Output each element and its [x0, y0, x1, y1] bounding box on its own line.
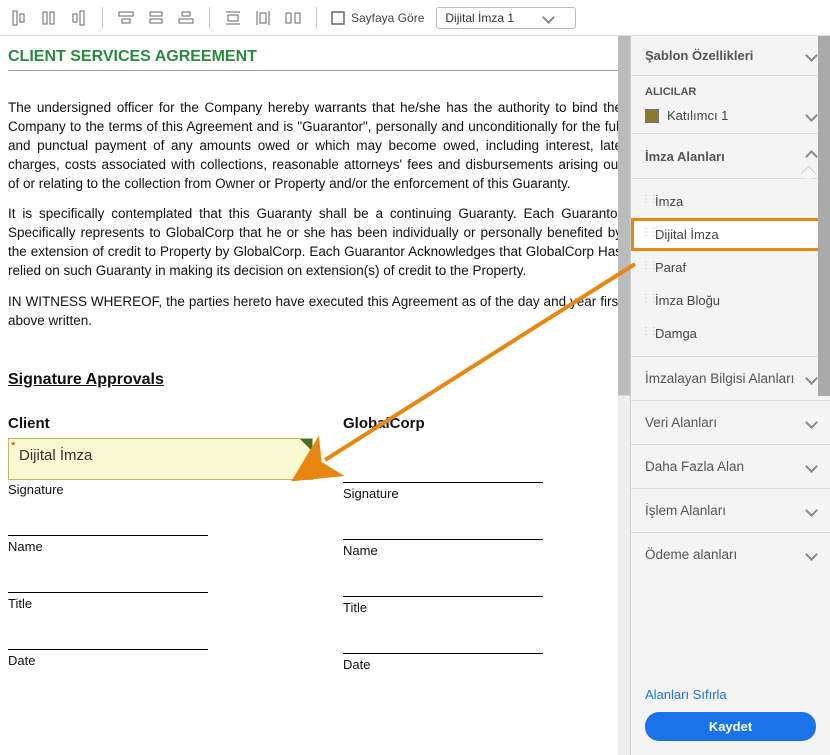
label-name: Name: [8, 539, 313, 554]
label-name: Name: [343, 543, 622, 558]
chevron-down-icon: [807, 371, 816, 386]
reset-fields-link[interactable]: Alanları Sıfırla: [645, 687, 727, 702]
label-date: Date: [343, 657, 622, 672]
template-properties-header[interactable]: Şablon Özellikleri: [631, 36, 830, 76]
more-fields-label: Daha Fazla Alan: [645, 459, 744, 474]
chevron-down-icon: [544, 11, 553, 25]
doc-paragraph: It is specifically contemplated that thi…: [8, 205, 622, 281]
signature-heading: Signature Approvals: [8, 371, 622, 389]
align-icon-1[interactable]: [10, 9, 28, 27]
label-signature: Signature: [8, 482, 313, 497]
signature-fields-header[interactable]: İmza Alanları: [631, 133, 830, 178]
panel-scrollbar[interactable]: [818, 36, 830, 396]
trans-fields-label: İşlem Alanları: [645, 503, 726, 518]
field-list: İmza Dijital İmza Paraf İmza Bloğu Damga: [631, 178, 830, 356]
label-signature: Signature: [343, 486, 622, 501]
save-button[interactable]: Kaydet: [645, 712, 816, 741]
more-fields-header[interactable]: Daha Fazla Alan: [631, 444, 830, 488]
align-icon-6[interactable]: [177, 9, 195, 27]
transaction-fields-header[interactable]: İşlem Alanları: [631, 488, 830, 532]
sigfield-label: Dijital İmza: [19, 447, 92, 464]
doc-scrollbar[interactable]: [618, 36, 630, 755]
toolbar-separator: [209, 7, 210, 29]
field-damga[interactable]: Damga: [631, 317, 830, 350]
required-marker: *: [9, 439, 17, 453]
label-title: Title: [8, 596, 313, 611]
chevron-down-icon: [807, 503, 816, 518]
field-corner-icon: [300, 439, 312, 451]
signer-info-label: İmzalayan Bilgisi Alanları: [645, 371, 794, 386]
client-column: Client * Dijital İmza Signature Name Tit…: [8, 415, 313, 674]
line: [343, 596, 543, 597]
dist-icon-1[interactable]: [224, 9, 242, 27]
field-imza-blogu[interactable]: İmza Bloğu: [631, 284, 830, 317]
line: [8, 535, 208, 536]
recipient-color-swatch: [645, 109, 659, 123]
right-panel: Şablon Özellikleri ALICILAR Katılımcı 1 …: [630, 36, 830, 755]
recipient-name: Katılımcı 1: [667, 108, 807, 123]
chevron-down-icon: [807, 48, 816, 63]
field-dijital-imza[interactable]: Dijital İmza: [631, 218, 830, 251]
pay-fields-label: Ödeme alanları: [645, 547, 737, 562]
data-fields-header[interactable]: Veri Alanları: [631, 400, 830, 444]
sig-fields-label: İmza Alanları: [645, 149, 725, 164]
page-mode-label: Sayfaya Göre: [351, 11, 424, 25]
line: [8, 649, 208, 650]
field-imza[interactable]: İmza: [631, 185, 830, 218]
recipient-row[interactable]: Katılımcı 1: [631, 102, 830, 133]
field-paraf[interactable]: Paraf: [631, 251, 830, 284]
toolbar-separator: [316, 7, 317, 29]
line: [343, 539, 543, 540]
globalcorp-column: GlobalCorp Signature Name Title Date: [343, 415, 622, 674]
line: [8, 592, 208, 593]
doc-title: CLIENT SERVICES AGREEMENT: [8, 48, 622, 71]
toolbar: Sayfaya Göre Dijital İmza 1: [0, 0, 830, 36]
toolbar-separator: [102, 7, 103, 29]
template-props-label: Şablon Özellikleri: [645, 48, 753, 63]
line: [343, 653, 543, 654]
chevron-up-icon: [807, 148, 816, 164]
combo-value: Dijital İmza 1: [445, 11, 514, 25]
client-head: Client: [8, 415, 313, 432]
payment-fields-header[interactable]: Ödeme alanları: [631, 532, 830, 576]
align-icon-4[interactable]: [117, 9, 135, 27]
chevron-down-icon: [807, 108, 816, 123]
data-fields-label: Veri Alanları: [645, 415, 717, 430]
doc-paragraph: IN WITNESS WHEREOF, the parties hereto h…: [8, 293, 622, 331]
align-icon-5[interactable]: [147, 9, 165, 27]
page-mode-toggle[interactable]: Sayfaya Göre: [331, 11, 424, 25]
chevron-down-icon: [807, 459, 816, 474]
dist-icon-3[interactable]: [284, 9, 302, 27]
recipients-label: ALICILAR: [631, 76, 830, 102]
chevron-down-icon: [807, 415, 816, 430]
global-head: GlobalCorp: [343, 415, 622, 432]
chevron-down-icon: [807, 547, 816, 562]
dist-icon-2[interactable]: [254, 9, 272, 27]
label-date: Date: [8, 653, 313, 668]
align-icon-2[interactable]: [40, 9, 58, 27]
digital-signature-field[interactable]: * Dijital İmza: [8, 438, 313, 480]
field-selector-combo[interactable]: Dijital İmza 1: [436, 7, 576, 29]
signer-info-header[interactable]: İmzalayan Bilgisi Alanları: [631, 356, 830, 400]
align-icon-3[interactable]: [70, 9, 88, 27]
line: [343, 482, 543, 483]
document-canvas: CLIENT SERVICES AGREEMENT The undersigne…: [0, 36, 630, 755]
doc-paragraph: The undersigned officer for the Company …: [8, 99, 622, 193]
label-title: Title: [343, 600, 622, 615]
